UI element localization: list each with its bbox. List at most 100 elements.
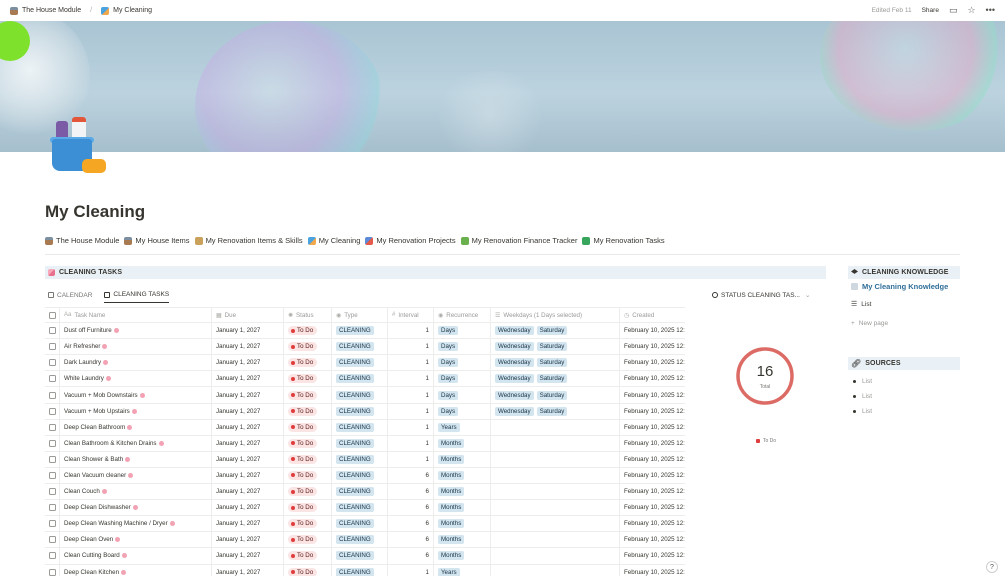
status-chart-view[interactable]: STATUS CLEANING TAS... ⌄: [712, 291, 810, 299]
created-cell[interactable]: February 10, 2025 12:: [620, 404, 685, 419]
created-cell[interactable]: February 10, 2025 12:: [620, 484, 685, 499]
interval-cell[interactable]: 1: [388, 451, 434, 467]
interval-cell[interactable]: 6: [388, 532, 434, 548]
task-name-cell[interactable]: White Laundry: [60, 371, 212, 387]
breadcrumb-item-my-cleaning[interactable]: My Cleaning: [101, 6, 152, 15]
recurrence-cell[interactable]: Months: [434, 532, 491, 548]
task-name-cell[interactable]: Clean Couch: [60, 484, 212, 500]
due-cell[interactable]: January 1, 2027: [212, 484, 284, 500]
recurrence-cell[interactable]: Months: [434, 451, 491, 467]
column-header-weekdays[interactable]: ☰ Weekdays (1 Days selected): [491, 308, 620, 323]
task-name-cell[interactable]: Deep Clean Bathroom: [60, 419, 212, 435]
weekdays-cell[interactable]: [491, 516, 620, 532]
comment-icon[interactable]: ▭: [949, 6, 958, 15]
status-cell[interactable]: To Do: [284, 371, 332, 387]
created-cell[interactable]: February 10, 2025 12:: [620, 548, 685, 563]
status-cell[interactable]: To Do: [284, 339, 332, 355]
status-cell[interactable]: To Do: [284, 355, 332, 371]
weekdays-cell[interactable]: [491, 451, 620, 467]
link-finance-tracker[interactable]: My Renovation Finance Tracker: [460, 236, 577, 245]
created-cell[interactable]: February 10, 2025 12:: [620, 500, 685, 515]
task-name-cell[interactable]: Dust off Furniture: [60, 323, 212, 339]
task-name-cell[interactable]: Vacuum + Mob Downstairs: [60, 387, 212, 403]
row-checkbox[interactable]: [45, 564, 60, 576]
weekdays-cell[interactable]: Wednesday Saturday: [491, 323, 620, 339]
created-cell[interactable]: February 10, 2025 12:: [620, 516, 685, 531]
due-cell[interactable]: January 1, 2027: [212, 500, 284, 516]
interval-cell[interactable]: 6: [388, 548, 434, 564]
type-cell[interactable]: CLEANING: [332, 516, 388, 532]
link-house-items[interactable]: My House Items: [124, 236, 190, 245]
type-cell[interactable]: CLEANING: [332, 323, 388, 339]
table-row[interactable]: Vacuum + Mob Downstairs January 1, 2027 To…: [45, 387, 685, 404]
column-header-task-name[interactable]: Aa Task Name: [60, 308, 212, 323]
created-cell[interactable]: February 10, 2025 12:: [620, 339, 685, 354]
link-renovation-tasks[interactable]: My Renovation Tasks: [582, 236, 665, 245]
weekdays-cell[interactable]: Wednesday Saturday: [491, 403, 620, 419]
recurrence-cell[interactable]: Years: [434, 564, 491, 576]
share-button[interactable]: Share: [922, 7, 939, 14]
column-header-recurrence[interactable]: ◉ Recurrence: [434, 308, 491, 323]
created-cell[interactable]: February 10, 2025 12:: [620, 420, 685, 435]
type-cell[interactable]: CLEANING: [332, 484, 388, 500]
link-renovation-items[interactable]: My Renovation Items & Skills: [194, 236, 303, 245]
column-header-interval[interactable]: # Interval: [388, 308, 434, 323]
row-checkbox[interactable]: [45, 435, 60, 451]
status-cell[interactable]: To Do: [284, 451, 332, 467]
due-cell[interactable]: January 1, 2027: [212, 451, 284, 467]
recurrence-cell[interactable]: Months: [434, 500, 491, 516]
due-cell[interactable]: January 1, 2027: [212, 419, 284, 435]
weekdays-cell[interactable]: Wednesday Saturday: [491, 355, 620, 371]
table-row[interactable]: Dark Laundry January 1, 2027 To Do CLEANING…: [45, 355, 685, 372]
status-cell[interactable]: To Do: [284, 532, 332, 548]
table-row[interactable]: Deep Clean Oven January 1, 2027 To Do CLEAN…: [45, 532, 685, 549]
created-cell[interactable]: February 10, 2025 12:: [620, 323, 685, 338]
weekdays-cell[interactable]: Wednesday Saturday: [491, 371, 620, 387]
recurrence-cell[interactable]: Days: [434, 355, 491, 371]
task-name-cell[interactable]: Clean Bathroom & Kitchen Drains: [60, 435, 212, 451]
table-row[interactable]: Clean Bathroom & Kitchen Drains January 1…: [45, 435, 685, 452]
interval-cell[interactable]: 1: [388, 403, 434, 419]
created-cell[interactable]: February 10, 2025 12:: [620, 468, 685, 483]
status-cell[interactable]: To Do: [284, 387, 332, 403]
created-cell[interactable]: February 10, 2025 12:: [620, 371, 685, 386]
row-checkbox[interactable]: [45, 339, 60, 355]
table-row[interactable]: Dust off Furniture January 1, 2027 To Do CL…: [45, 323, 685, 340]
interval-cell[interactable]: 1: [388, 419, 434, 435]
weekdays-cell[interactable]: Wednesday Saturday: [491, 339, 620, 355]
type-cell[interactable]: CLEANING: [332, 548, 388, 564]
cleaning-supplies-icon[interactable]: [50, 117, 108, 179]
status-cell[interactable]: To Do: [284, 548, 332, 564]
help-button[interactable]: ?: [986, 561, 998, 573]
more-icon[interactable]: •••: [986, 6, 995, 15]
due-cell[interactable]: January 1, 2027: [212, 339, 284, 355]
table-row[interactable]: Clean Shower & Bath January 1, 2027 To Do C…: [45, 451, 685, 468]
table-row[interactable]: Clean Cutting Board January 1, 2027 To Do C…: [45, 548, 685, 565]
table-row[interactable]: Air Refresher January 1, 2027 To Do CLEANIN…: [45, 339, 685, 356]
recurrence-cell[interactable]: Months: [434, 484, 491, 500]
status-cell[interactable]: To Do: [284, 419, 332, 435]
task-name-cell[interactable]: Clean Cutting Board: [60, 548, 212, 564]
status-cell[interactable]: To Do: [284, 484, 332, 500]
task-name-cell[interactable]: Deep Clean Oven: [60, 532, 212, 548]
weekdays-cell[interactable]: [491, 419, 620, 435]
page-title[interactable]: My Cleaning: [45, 202, 145, 222]
row-checkbox[interactable]: [45, 451, 60, 467]
recurrence-cell[interactable]: Months: [434, 516, 491, 532]
column-header-created[interactable]: ◷ Created: [620, 308, 685, 322]
row-checkbox[interactable]: [45, 371, 60, 387]
status-cell[interactable]: To Do: [284, 403, 332, 419]
row-checkbox[interactable]: [45, 419, 60, 435]
weekdays-cell[interactable]: [491, 564, 620, 576]
type-cell[interactable]: CLEANING: [332, 467, 388, 484]
row-checkbox[interactable]: [45, 467, 60, 484]
list-item[interactable]: List: [853, 374, 872, 389]
weekdays-cell[interactable]: [491, 532, 620, 548]
breadcrumb-item-house-module[interactable]: The House Module: [10, 6, 81, 15]
type-cell[interactable]: CLEANING: [332, 339, 388, 355]
created-cell[interactable]: February 10, 2025 12:: [620, 565, 685, 576]
due-cell[interactable]: January 1, 2027: [212, 467, 284, 484]
type-cell[interactable]: CLEANING: [332, 500, 388, 516]
type-cell[interactable]: CLEANING: [332, 532, 388, 548]
created-cell[interactable]: February 10, 2025 12:: [620, 436, 685, 451]
